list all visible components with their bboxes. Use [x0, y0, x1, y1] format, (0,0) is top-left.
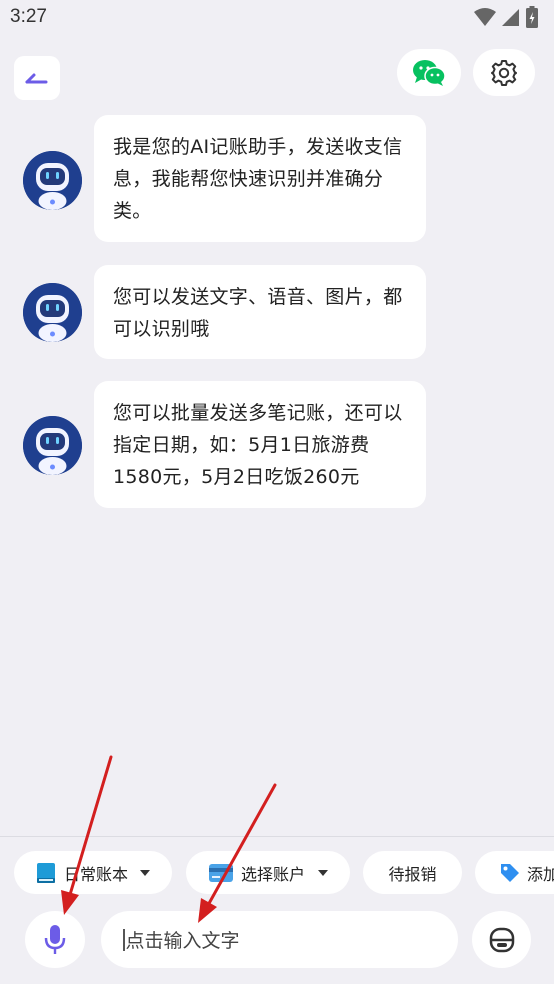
chat-bubble: 您可以发送文字、语音、图片，都可以识别哦: [94, 265, 426, 359]
voice-input-button[interactable]: [25, 911, 85, 968]
back-arrow-icon: [25, 73, 48, 84]
robot-avatar-icon: [23, 283, 82, 342]
add-tag-label: 添加: [527, 864, 554, 884]
input-placeholder: 点击输入文字: [125, 930, 240, 952]
reimbursement-chip[interactable]: 待报销: [363, 851, 462, 894]
battery-icon: [526, 6, 538, 28]
add-tag-chip[interactable]: 添加: [475, 851, 554, 894]
tag-icon: [501, 863, 519, 882]
account-selector[interactable]: 选择账户: [186, 851, 350, 894]
signal-icon: [502, 9, 519, 26]
gear-icon: [491, 59, 517, 86]
microphone-icon: [44, 924, 66, 954]
reimbursement-label: 待报销: [388, 864, 437, 884]
text-cursor: [123, 928, 125, 951]
status-bar: 3:27: [0, 0, 554, 38]
robot-avatar-icon: [23, 151, 82, 210]
book-icon: [37, 862, 55, 883]
divider: [0, 836, 554, 837]
ledger-selector[interactable]: 日常账本: [14, 851, 172, 894]
account-label: 选择账户: [241, 864, 306, 884]
ledger-label: 日常账本: [64, 864, 129, 884]
text-input[interactable]: 点击输入文字: [101, 911, 458, 968]
robot-avatar-icon: [23, 416, 82, 475]
robot-face-button[interactable]: [472, 911, 531, 968]
chat-bubble: 您可以批量发送多笔记账，还可以指定日期，如：5月1日旅游费1580元，5月2日吃…: [94, 381, 426, 508]
wifi-icon: [474, 8, 496, 26]
status-time: 3:27: [10, 6, 47, 27]
chevron-down-icon: [318, 869, 329, 876]
credit-card-icon: [209, 863, 233, 882]
chat-bubble: 我是您的AI记账助手，发送收支信息，我能帮您快速识别并准确分类。: [94, 115, 426, 242]
chevron-down-icon: [140, 869, 151, 876]
robot-face-icon: [489, 927, 514, 952]
back-button[interactable]: [14, 56, 60, 100]
wechat-button[interactable]: [397, 49, 461, 96]
wechat-icon: [413, 59, 446, 86]
settings-button[interactable]: [473, 49, 535, 96]
